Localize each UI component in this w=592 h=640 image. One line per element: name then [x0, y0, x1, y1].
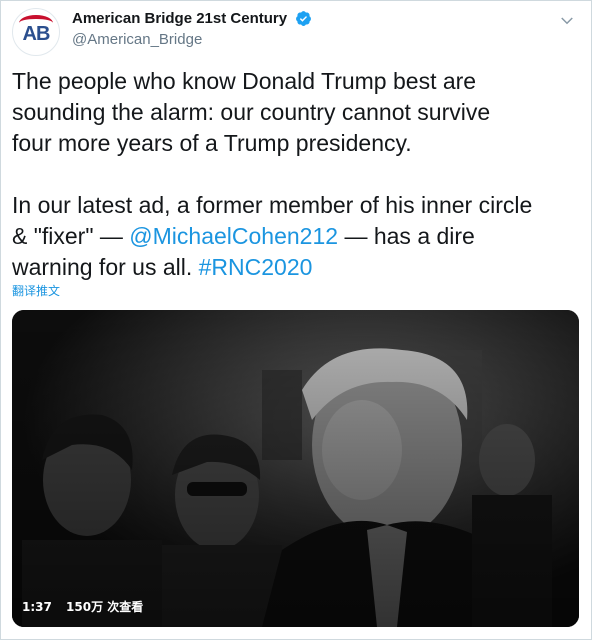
video-stats: 1:37 150万 次查看	[22, 597, 153, 617]
video-duration: 1:37	[22, 600, 52, 614]
tweet-text: The people who know Donald Trump best ar…	[12, 66, 584, 283]
hashtag-link[interactable]: #RNC2020	[199, 254, 313, 280]
account-names: American Bridge 21st Century @American_B…	[72, 10, 312, 48]
chevron-down-icon[interactable]	[558, 12, 576, 30]
video-player[interactable]	[12, 310, 579, 627]
translate-tweet-link[interactable]: 翻译推文	[12, 282, 60, 299]
avatar-text: AB	[22, 23, 51, 45]
tweet-paragraph-1: The people who know Donald Trump best ar…	[12, 68, 491, 156]
video-frame-image	[12, 310, 579, 627]
account-handle[interactable]: @American_Bridge	[72, 31, 312, 48]
verified-badge-icon	[295, 11, 311, 27]
avatar[interactable]: AB	[12, 8, 60, 56]
mention-link[interactable]: @MichaelCohen212	[129, 223, 338, 249]
video-view-count: 150万 次查看	[66, 600, 144, 614]
display-name[interactable]: American Bridge 21st Century	[72, 10, 287, 27]
tweet-header: AB American Bridge 21st Century @America…	[12, 8, 582, 56]
